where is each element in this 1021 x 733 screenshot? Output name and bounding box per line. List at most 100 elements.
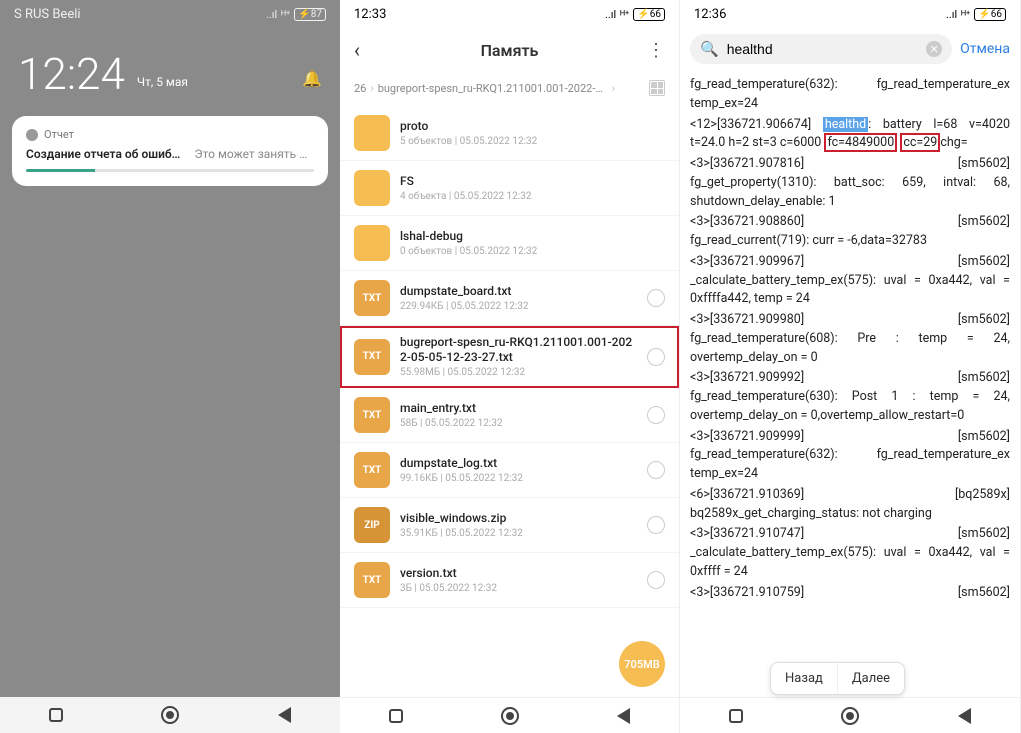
file-row[interactable]: proto 5 объектов | 05.05.2022 12:32	[340, 106, 679, 161]
file-row[interactable]: TXT version.txt 3Б | 05.05.2022 12:32	[340, 553, 679, 608]
search-row: 🔍 ✕ Отмена	[680, 28, 1020, 70]
status-bar: 12:36 ..ıl ᴴ⁺ ⚡66	[680, 0, 1020, 28]
select-radio[interactable]	[647, 571, 665, 589]
cc-highlight: cc=29	[900, 133, 940, 152]
notification-app-name: Отчет	[44, 128, 74, 141]
folder-icon	[354, 225, 390, 261]
select-radio[interactable]	[647, 406, 665, 424]
carrier-label: S RUS Beeli	[14, 7, 81, 22]
nav-home-icon[interactable]	[161, 706, 179, 724]
notification-progress	[26, 169, 314, 172]
nav-bar	[340, 697, 679, 733]
file-row[interactable]: TXT bugreport-spesn_ru-RKQ1.211001.001-20…	[340, 326, 679, 388]
file-name: main_entry.txt	[400, 401, 637, 416]
cancel-button[interactable]: Отмена	[960, 41, 1010, 57]
file-row[interactable]: FS4 объекта | 05.05.2022 12:32	[340, 161, 679, 216]
log-content[interactable]: fg_read_temperature(632): fg_read_temper…	[680, 70, 1020, 697]
phone-3-logviewer: 12:36 ..ıl ᴴ⁺ ⚡66 🔍 ✕ Отмена fg_read_tem…	[680, 0, 1021, 733]
select-radio[interactable]	[647, 461, 665, 479]
select-radio[interactable]	[647, 289, 665, 307]
status-bar: 12:33 ..ıl ᴴ⁺ ⚡66	[340, 0, 679, 28]
file-row[interactable]: TXT dumpstate_log.txt 99.16КБ | 05.05.2022…	[340, 443, 679, 498]
file-name: FS	[400, 174, 665, 189]
nav-recents-icon[interactable]	[49, 708, 63, 722]
txt-icon: TXT	[354, 280, 390, 316]
file-meta: 0 объектов | 05.05.2022 12:32	[400, 246, 665, 257]
txt-icon: TXT	[354, 452, 390, 488]
file-meta: 55.98МБ | 05.05.2022 12:32	[400, 367, 637, 378]
file-name: visible_windows.zip	[400, 511, 637, 526]
notification-card[interactable]: Отчет Создание отчета об ошибке... Это м…	[12, 116, 328, 186]
clock-date: Чт, 5 мая	[137, 75, 188, 89]
healthd-highlight: healthd	[823, 117, 868, 132]
notification-bell-icon[interactable]: 🔔	[302, 69, 322, 88]
storage-fab[interactable]: 705MB	[619, 641, 665, 687]
notification-title: Создание отчета об ошибке...	[26, 147, 185, 161]
folder-icon	[354, 170, 390, 206]
find-prev-button[interactable]: Назад	[771, 663, 838, 694]
folder-icon	[354, 115, 390, 151]
search-box[interactable]: 🔍 ✕	[690, 34, 952, 64]
file-meta: 229.94КБ | 05.05.2022 12:32	[400, 301, 637, 312]
nav-home-icon[interactable]	[841, 707, 859, 725]
fc-highlight: fc=4849000	[824, 133, 897, 152]
file-meta: 58Б | 05.05.2022 12:32	[400, 418, 637, 429]
nav-back-icon[interactable]	[958, 708, 971, 724]
nav-bar	[0, 697, 340, 733]
txt-icon: TXT	[354, 397, 390, 433]
signal-icon: ..ıl	[946, 8, 957, 21]
nav-back-icon[interactable]	[617, 708, 630, 724]
lock-clock: 12:24 Чт, 5 мая 🔔	[0, 28, 340, 102]
grid-view-icon[interactable]	[649, 80, 665, 96]
phone-1-lockscreen: S RUS Beeli ..ıl ᴴ⁺ ⚡87 12:24 Чт, 5 мая …	[0, 0, 340, 733]
file-row[interactable]: TXT dumpstate_board.txt 229.94КБ | 05.05.2…	[340, 271, 679, 326]
clear-icon[interactable]: ✕	[926, 41, 942, 57]
find-next-button[interactable]: Далее	[838, 663, 904, 694]
battery-icon: ⚡87	[294, 8, 326, 21]
fm-header: ‹ Память ⋮	[340, 28, 679, 72]
status-bar: S RUS Beeli ..ıl ᴴ⁺ ⚡87	[0, 0, 340, 28]
network-icon: ᴴ⁺	[620, 8, 629, 21]
notification-subtitle: Это может занять не...	[195, 147, 315, 161]
network-icon: ᴴ⁺	[961, 8, 970, 21]
file-row[interactable]: lshal-debug 0 объектов | 05.05.2022 12:32	[340, 216, 679, 271]
txt-icon: TXT	[354, 562, 390, 598]
nav-bar	[680, 697, 1020, 733]
file-name: lshal-debug	[400, 229, 665, 244]
page-title: Память	[340, 41, 679, 60]
file-row[interactable]: TXT main_entry.txt 58Б | 05.05.2022 12:32	[340, 388, 679, 443]
file-meta: 5 объектов | 05.05.2022 12:32	[400, 136, 665, 147]
battery-icon: ⚡66	[633, 8, 665, 21]
clock-time: 12:24	[18, 52, 125, 96]
file-list[interactable]: proto 5 объектов | 05.05.2022 12:32 FS4 об…	[340, 106, 679, 697]
txt-icon: TXT	[354, 339, 390, 375]
breadcrumb[interactable]: 26 › bugreport-spesn_ru-RKQ1.211001.001-…	[340, 72, 679, 106]
file-name: version.txt	[400, 566, 637, 581]
status-time: 12:33	[354, 7, 386, 22]
zip-icon: ZIP	[354, 507, 390, 543]
nav-home-icon[interactable]	[501, 707, 519, 725]
nav-recents-icon[interactable]	[729, 709, 743, 723]
status-time: 12:36	[694, 7, 726, 22]
search-input[interactable]	[727, 41, 918, 57]
file-name: proto	[400, 119, 665, 134]
nav-back-icon[interactable]	[278, 707, 291, 723]
file-name: bugreport-spesn_ru-RKQ1.211001.001-2022-…	[400, 335, 637, 365]
phone-2-filemanager: 12:33 ..ıl ᴴ⁺ ⚡66 ‹ Память ⋮ 26 › bugrep…	[340, 0, 680, 733]
find-nav-popup: Назад Далее	[770, 662, 905, 695]
notification-app-icon	[26, 129, 38, 141]
network-icon: ᴴ⁺	[281, 8, 290, 21]
file-name: dumpstate_board.txt	[400, 284, 637, 299]
battery-icon: ⚡66	[974, 8, 1006, 21]
select-radio[interactable]	[647, 348, 665, 366]
select-radio[interactable]	[647, 516, 665, 534]
file-row[interactable]: ZIP visible_windows.zip 35.91КБ | 05.05.20…	[340, 498, 679, 553]
file-meta: 3Б | 05.05.2022 12:32	[400, 583, 637, 594]
file-name: dumpstate_log.txt	[400, 456, 637, 471]
signal-icon: ..ıl	[266, 8, 277, 21]
search-icon: 🔍	[700, 40, 719, 58]
nav-recents-icon[interactable]	[389, 709, 403, 723]
signal-icon: ..ıl	[605, 8, 616, 21]
file-meta: 99.16КБ | 05.05.2022 12:32	[400, 473, 637, 484]
file-meta: 35.91КБ | 05.05.2022 12:32	[400, 528, 637, 539]
